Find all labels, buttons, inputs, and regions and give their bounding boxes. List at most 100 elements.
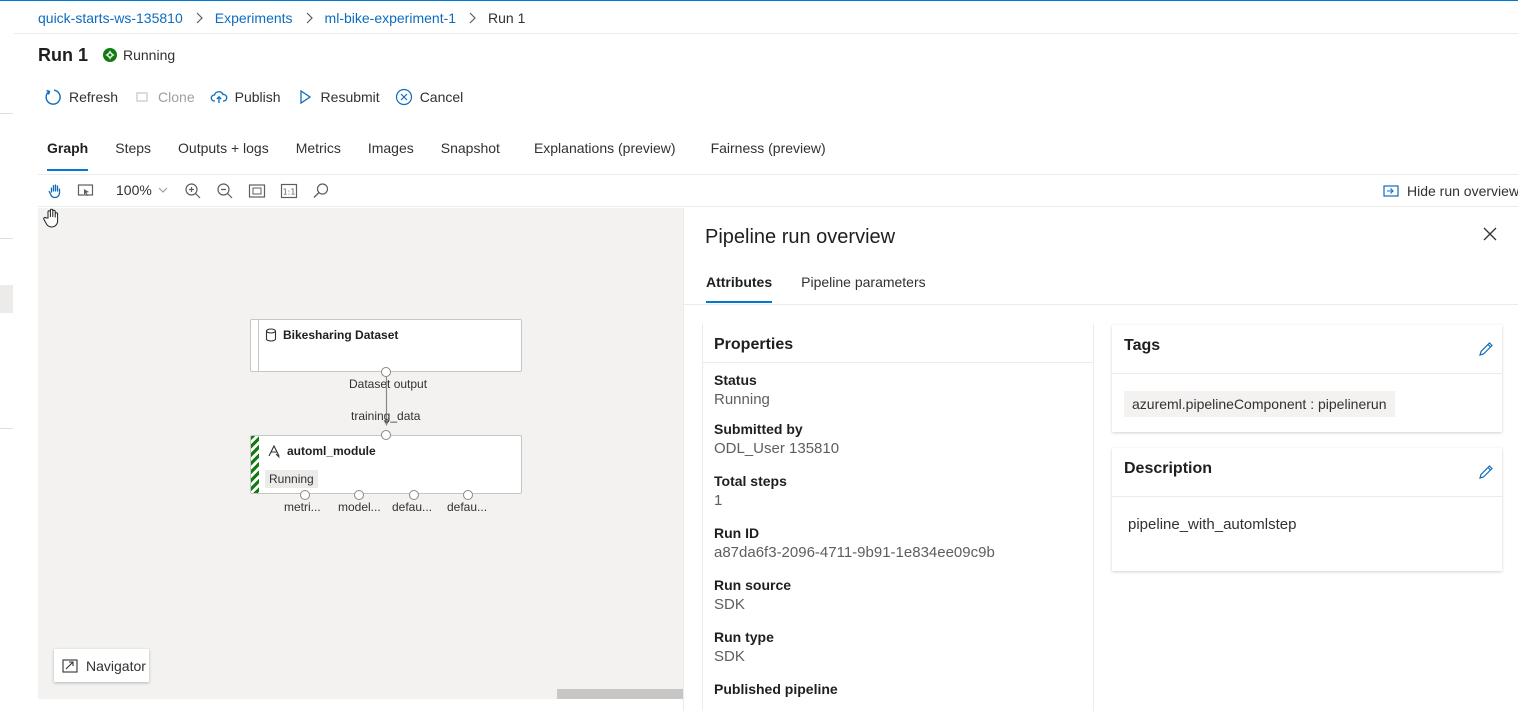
tab-steps[interactable]: Steps [115, 140, 151, 172]
zoom-in-icon[interactable] [184, 182, 202, 200]
property-run-id: Run ID a87da6f3-2096-4711-9b91-1e834ee09… [714, 525, 995, 561]
property-value: 1 [714, 492, 723, 509]
tab-explanations[interactable]: Explanations (preview) [534, 140, 676, 172]
dataset-node-label: Bikesharing Dataset [283, 328, 399, 342]
tab-fairness[interactable]: Fairness (preview) [711, 140, 826, 172]
run-status: Running [103, 47, 175, 63]
edit-tags-pencil-icon[interactable] [1478, 341, 1494, 357]
property-status: Status Running [714, 372, 770, 408]
dataset-node[interactable]: Bikesharing Dataset [250, 319, 522, 372]
refresh-button[interactable]: Refresh [44, 88, 118, 106]
panel-title: Pipeline run overview [705, 226, 896, 248]
automl-node-label: automl_module [287, 444, 376, 458]
property-label: Run type [714, 629, 774, 645]
tags-heading: Tags [1124, 337, 1161, 354]
card-divider [1112, 496, 1502, 497]
zoom-value: 100% [116, 182, 152, 198]
rail-divider [0, 238, 13, 239]
cloud-upload-icon [210, 88, 228, 106]
clone-icon [133, 88, 151, 106]
hide-run-overview-button[interactable]: Hide run overview [1383, 183, 1518, 199]
chevron-down-icon [158, 186, 168, 194]
node-status-badge: Running [265, 470, 318, 488]
property-label: Total steps [714, 473, 787, 489]
output-port-label: defau... [447, 500, 488, 514]
database-icon [265, 328, 277, 342]
breadcrumb-current: Run 1 [488, 10, 526, 26]
automl-node[interactable]: automl_module Running [250, 435, 522, 494]
property-value: ODL_User 135810 [714, 440, 840, 457]
zoom-select[interactable]: 100% [116, 182, 168, 198]
tab-graph[interactable]: Graph [47, 140, 89, 172]
cancel-icon [395, 88, 413, 106]
clone-button[interactable]: Clone [133, 88, 195, 106]
breadcrumb-experiments-link[interactable]: Experiments [215, 10, 293, 26]
properties-section: Properties Status Running Submitted by O… [702, 324, 1094, 711]
top-accent-line [0, 0, 1518, 1]
resubmit-button[interactable]: Resubmit [296, 88, 380, 106]
navigator-icon [62, 658, 78, 673]
tab-metrics[interactable]: Metrics [296, 140, 341, 172]
navigator-button[interactable]: Navigator [54, 649, 149, 682]
chevron-right-icon [305, 12, 313, 24]
property-label: Run source [714, 577, 792, 593]
property-label: Published pipeline [714, 681, 838, 697]
node-left-bar [258, 320, 259, 371]
fit-to-screen-icon[interactable] [248, 182, 266, 200]
hide-run-overview-label: Hide run overview [1407, 183, 1518, 199]
tab-pipeline-parameters[interactable]: Pipeline parameters [801, 274, 926, 304]
property-value: a87da6f3-2096-4711-9b91-1e834ee09c9b [714, 544, 995, 561]
pipeline-run-overview-panel: Pipeline run overview Attributes Pipelin… [683, 208, 1518, 711]
search-icon[interactable] [312, 182, 330, 200]
chevron-right-icon [195, 12, 203, 24]
hand-cursor-icon [42, 208, 62, 230]
automl-output-port[interactable] [463, 490, 473, 500]
publish-button[interactable]: Publish [210, 88, 281, 106]
breadcrumb-experiment-link[interactable]: ml-bike-experiment-1 [325, 10, 456, 26]
panel-icon [1383, 184, 1399, 198]
property-label: Status [714, 372, 757, 388]
graph-canvas[interactable]: Bikesharing Dataset Dataset output train… [38, 208, 683, 699]
breadcrumb-workspace-link[interactable]: quick-starts-ws-135810 [38, 10, 183, 26]
running-status-icon [103, 48, 117, 62]
edit-description-pencil-icon[interactable] [1478, 464, 1494, 480]
breadcrumb: quick-starts-ws-135810 Experiments ml-bi… [38, 8, 525, 28]
automl-output-port[interactable] [300, 490, 310, 500]
cancel-button[interactable]: Cancel [395, 88, 463, 106]
actual-size-icon[interactable]: 1:1 [280, 182, 298, 200]
close-icon[interactable] [1482, 226, 1498, 242]
running-stripe [251, 436, 259, 493]
property-value: SDK [714, 648, 745, 665]
tab-images[interactable]: Images [368, 140, 414, 172]
rail-selected-item[interactable] [0, 285, 13, 313]
pan-hand-icon[interactable] [46, 182, 64, 200]
properties-divider [703, 362, 1093, 363]
automl-output-port[interactable] [354, 490, 364, 500]
property-total-steps: Total steps 1 [714, 473, 787, 509]
graph-toolbar: 100% 1:1 Hide run overview [38, 174, 1518, 207]
tab-attributes[interactable]: Attributes [706, 274, 773, 304]
chevron-right-icon [468, 12, 476, 24]
breadcrumb-divider [14, 33, 1518, 34]
automl-output-port[interactable] [409, 490, 419, 500]
dataset-node-title: Bikesharing Dataset [265, 328, 398, 342]
tab-outputs-logs[interactable]: Outputs + logs [178, 140, 269, 172]
description-text: pipeline_with_automlstep [1128, 516, 1297, 533]
property-published-pipeline: Published pipeline [714, 681, 838, 697]
output-port-label: metri... [284, 500, 321, 514]
select-icon[interactable] [77, 182, 95, 200]
zoom-out-icon[interactable] [216, 182, 234, 200]
refresh-label: Refresh [69, 89, 119, 105]
horizontal-scrollbar[interactable] [557, 689, 683, 699]
tab-snapshot[interactable]: Snapshot [441, 140, 500, 172]
description-heading: Description [1124, 460, 1213, 477]
card-divider [1112, 373, 1502, 374]
clone-label: Clone [158, 89, 195, 105]
graph-edge [383, 376, 390, 426]
output-port-label: defau... [392, 500, 433, 514]
properties-heading: Properties [714, 336, 794, 353]
property-value: Running [714, 391, 770, 408]
overview-tabs: Attributes Pipeline parameters [706, 274, 955, 304]
automl-input-port[interactable] [381, 430, 391, 440]
tabs-divider [684, 304, 1518, 305]
